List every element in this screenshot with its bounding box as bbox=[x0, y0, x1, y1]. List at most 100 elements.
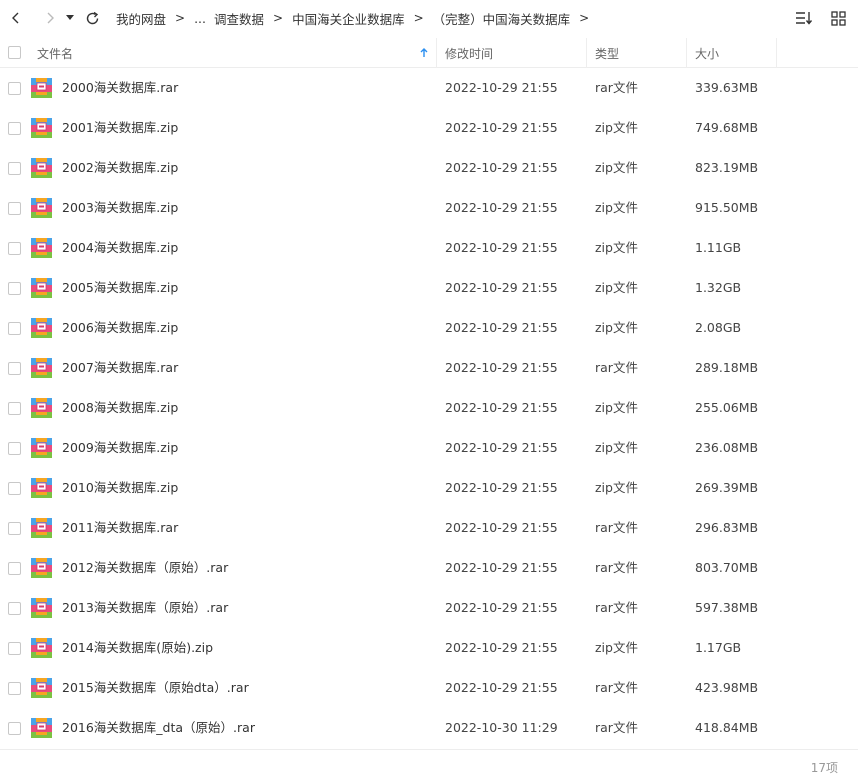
table-row[interactable]: 2011海关数据库.rar 2022-10-29 21:55 rar文件 296… bbox=[0, 508, 858, 548]
file-name[interactable]: 2016海关数据库_dta（原始）.rar bbox=[62, 708, 255, 748]
column-divider[interactable] bbox=[686, 38, 687, 68]
file-name[interactable]: 2011海关数据库.rar bbox=[62, 508, 178, 548]
sort-button[interactable] bbox=[794, 8, 814, 28]
column-divider[interactable] bbox=[776, 38, 777, 68]
row-checkbox[interactable] bbox=[8, 722, 21, 735]
table-row[interactable]: 2005海关数据库.zip 2022-10-29 21:55 zip文件 1.3… bbox=[0, 268, 858, 308]
grid-view-button[interactable] bbox=[828, 8, 848, 28]
table-row[interactable]: 2016海关数据库_dta（原始）.rar 2022-10-30 11:29 r… bbox=[0, 708, 858, 748]
table-row[interactable]: 2004海关数据库.zip 2022-10-29 21:55 zip文件 1.1… bbox=[0, 228, 858, 268]
row-checkbox[interactable] bbox=[8, 322, 21, 335]
toolbar: 我的网盘 > ... 调查数据 > 中国海关企业数据库 > （完整）中国海关数据… bbox=[0, 0, 858, 36]
row-checkbox[interactable] bbox=[8, 202, 21, 215]
file-modified-time: 2022-10-29 21:55 bbox=[445, 320, 558, 335]
table-row[interactable]: 2012海关数据库（原始）.rar 2022-10-29 21:55 rar文件… bbox=[0, 548, 858, 588]
row-checkbox[interactable] bbox=[8, 562, 21, 575]
forward-button[interactable] bbox=[40, 8, 60, 28]
refresh-icon bbox=[86, 11, 98, 24]
column-header-size[interactable]: 大小 bbox=[695, 38, 719, 68]
file-type: rar文件 bbox=[595, 560, 638, 575]
table-row[interactable]: 2008海关数据库.zip 2022-10-29 21:55 zip文件 255… bbox=[0, 388, 858, 428]
column-header-type[interactable]: 类型 bbox=[595, 38, 619, 68]
file-type: zip文件 bbox=[595, 200, 638, 215]
column-header-modified[interactable]: 修改时间 bbox=[445, 38, 493, 68]
file-name[interactable]: 2001海关数据库.zip bbox=[62, 108, 178, 148]
breadcrumb-item-customs-enterprise-db[interactable]: 中国海关企业数据库 bbox=[292, 9, 405, 28]
table-row[interactable]: 2001海关数据库.zip 2022-10-29 21:55 zip文件 749… bbox=[0, 108, 858, 148]
row-checkbox[interactable] bbox=[8, 362, 21, 375]
row-checkbox[interactable] bbox=[8, 282, 21, 295]
file-modified-time: 2022-10-29 21:55 bbox=[445, 400, 558, 415]
table-row[interactable]: 2014海关数据库(原始).zip 2022-10-29 21:55 zip文件… bbox=[0, 628, 858, 668]
status-bar: 17项 bbox=[0, 749, 858, 783]
row-checkbox[interactable] bbox=[8, 602, 21, 615]
row-checkbox[interactable] bbox=[8, 522, 21, 535]
file-modified-time: 2022-10-29 21:55 bbox=[445, 160, 558, 175]
breadcrumb-item-ellipsis[interactable]: ... bbox=[194, 11, 206, 26]
archive-file-icon bbox=[31, 238, 52, 258]
column-divider[interactable] bbox=[436, 38, 437, 68]
table-row[interactable]: 2009海关数据库.zip 2022-10-29 21:55 zip文件 236… bbox=[0, 428, 858, 468]
file-name[interactable]: 2013海关数据库（原始）.rar bbox=[62, 588, 228, 628]
select-all-checkbox[interactable] bbox=[8, 46, 21, 59]
arrow-up-icon bbox=[420, 48, 428, 57]
row-checkbox[interactable] bbox=[8, 82, 21, 95]
file-name[interactable]: 2010海关数据库.zip bbox=[62, 468, 178, 508]
file-type: zip文件 bbox=[595, 120, 638, 135]
file-modified-time: 2022-10-29 21:55 bbox=[445, 440, 558, 455]
archive-file-icon bbox=[31, 598, 52, 618]
file-size: 423.98MB bbox=[695, 680, 759, 695]
column-header-name[interactable]: 文件名 bbox=[37, 38, 73, 68]
table-row[interactable]: 2007海关数据库.rar 2022-10-29 21:55 rar文件 289… bbox=[0, 348, 858, 388]
file-name[interactable]: 2002海关数据库.zip bbox=[62, 148, 178, 188]
file-name[interactable]: 2006海关数据库.zip bbox=[62, 308, 178, 348]
archive-file-icon bbox=[31, 318, 52, 338]
archive-file-icon bbox=[31, 718, 52, 738]
grid-view-icon bbox=[830, 10, 846, 26]
row-checkbox[interactable] bbox=[8, 642, 21, 655]
table-row[interactable]: 2006海关数据库.zip 2022-10-29 21:55 zip文件 2.0… bbox=[0, 308, 858, 348]
file-modified-time: 2022-10-30 11:29 bbox=[445, 720, 558, 735]
history-dropdown-button[interactable] bbox=[64, 8, 76, 28]
table-row[interactable]: 2000海关数据库.rar 2022-10-29 21:55 rar文件 339… bbox=[0, 68, 858, 108]
row-checkbox[interactable] bbox=[8, 242, 21, 255]
file-name[interactable]: 2014海关数据库(原始).zip bbox=[62, 628, 213, 668]
column-divider[interactable] bbox=[586, 38, 587, 68]
file-name[interactable]: 2003海关数据库.zip bbox=[62, 188, 178, 228]
file-type: zip文件 bbox=[595, 640, 638, 655]
sort-list-icon bbox=[796, 12, 813, 25]
archive-file-icon bbox=[31, 478, 52, 498]
file-size: 915.50MB bbox=[695, 200, 759, 215]
row-checkbox[interactable] bbox=[8, 682, 21, 695]
file-name[interactable]: 2004海关数据库.zip bbox=[62, 228, 178, 268]
file-name[interactable]: 2008海关数据库.zip bbox=[62, 388, 178, 428]
file-modified-time: 2022-10-29 21:55 bbox=[445, 640, 558, 655]
table-row[interactable]: 2010海关数据库.zip 2022-10-29 21:55 zip文件 269… bbox=[0, 468, 858, 508]
row-checkbox[interactable] bbox=[8, 402, 21, 415]
file-name[interactable]: 2015海关数据库（原始dta）.rar bbox=[62, 668, 249, 708]
table-row[interactable]: 2002海关数据库.zip 2022-10-29 21:55 zip文件 823… bbox=[0, 148, 858, 188]
file-type: rar文件 bbox=[595, 520, 638, 535]
table-row[interactable]: 2013海关数据库（原始）.rar 2022-10-29 21:55 rar文件… bbox=[0, 588, 858, 628]
file-size: 597.38MB bbox=[695, 600, 759, 615]
row-checkbox[interactable] bbox=[8, 442, 21, 455]
file-size: 803.70MB bbox=[695, 560, 759, 575]
row-checkbox[interactable] bbox=[8, 162, 21, 175]
row-checkbox[interactable] bbox=[8, 122, 21, 135]
row-checkbox[interactable] bbox=[8, 482, 21, 495]
back-button[interactable] bbox=[6, 8, 26, 28]
file-type: zip文件 bbox=[595, 320, 638, 335]
file-name[interactable]: 2009海关数据库.zip bbox=[62, 428, 178, 468]
breadcrumb-item-survey-data[interactable]: 调查数据 bbox=[214, 9, 264, 28]
table-row[interactable]: 2003海关数据库.zip 2022-10-29 21:55 zip文件 915… bbox=[0, 188, 858, 228]
refresh-button[interactable] bbox=[82, 8, 102, 28]
file-name[interactable]: 2000海关数据库.rar bbox=[62, 68, 178, 108]
breadcrumb-separator: > bbox=[413, 11, 424, 25]
table-row[interactable]: 2015海关数据库（原始dta）.rar 2022-10-29 21:55 ra… bbox=[0, 668, 858, 708]
breadcrumb-item-current-folder[interactable]: （完整）中国海关数据库 bbox=[433, 9, 571, 28]
file-name[interactable]: 2005海关数据库.zip bbox=[62, 268, 178, 308]
file-name[interactable]: 2007海关数据库.rar bbox=[62, 348, 178, 388]
file-name[interactable]: 2012海关数据库（原始）.rar bbox=[62, 548, 228, 588]
file-size: 1.17GB bbox=[695, 640, 742, 655]
breadcrumb-item-my-drive[interactable]: 我的网盘 bbox=[116, 9, 166, 28]
